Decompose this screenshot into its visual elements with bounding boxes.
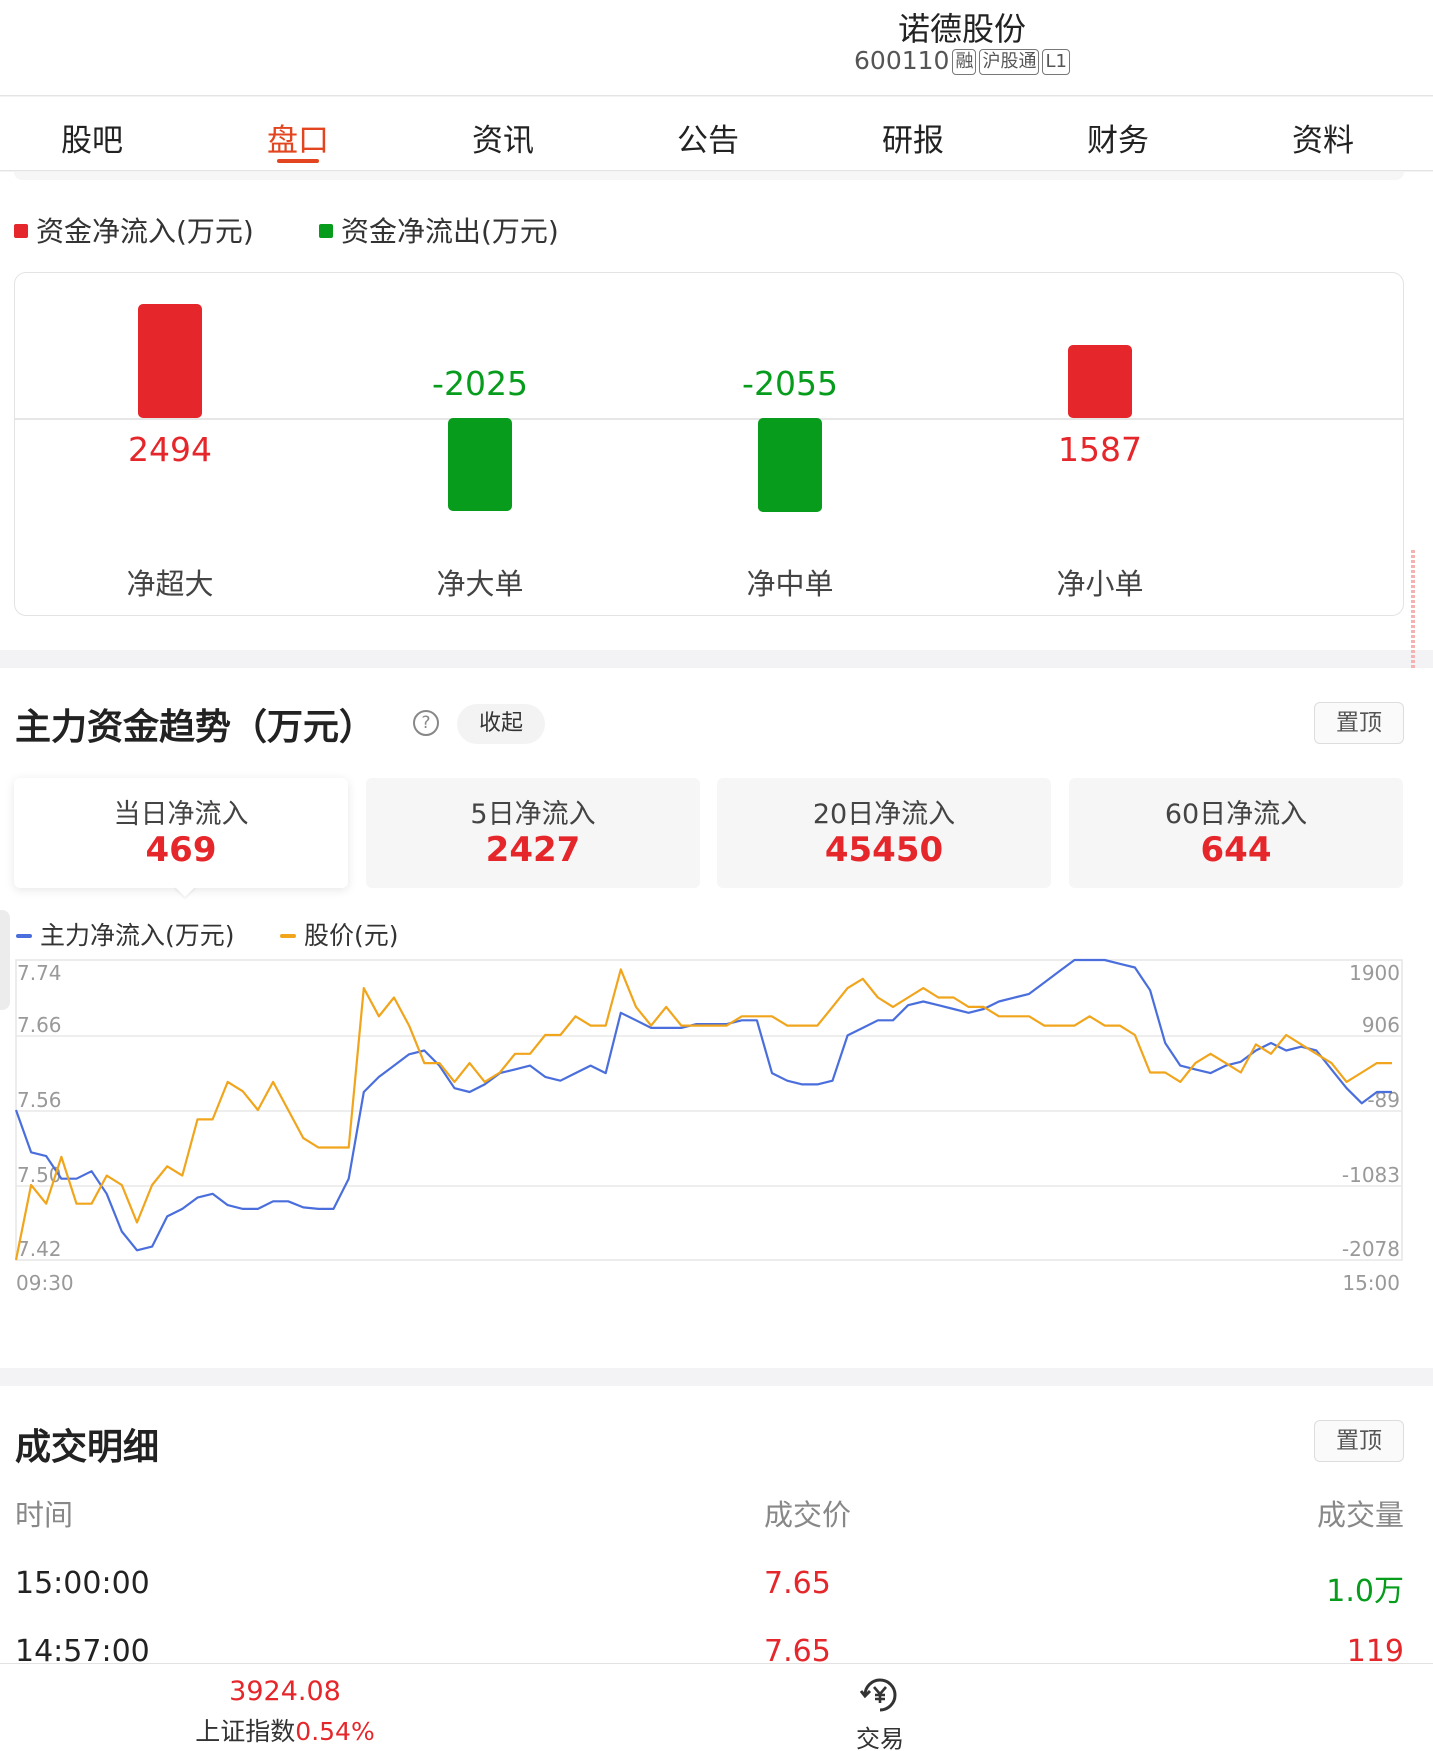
left-axis-tick: 7.66	[17, 1013, 62, 1037]
column-header-price: 成交价	[764, 1498, 852, 1532]
trend-line-chart[interactable]: 7.747.667.567.507.421900906-89-1083-2078…	[0, 948, 1433, 1348]
legend-outflow-label: 资金净流出(万元)	[341, 215, 559, 248]
column-header-time: 时间	[15, 1498, 74, 1532]
row-volume: 1.0万	[1326, 1574, 1404, 1609]
stock-code: 600110	[854, 46, 950, 75]
tab-research[interactable]: 研报	[833, 115, 993, 160]
flow-label: 净超大	[126, 567, 214, 601]
main-flow-line	[14, 958, 1392, 1252]
stat-value: 644	[1200, 830, 1272, 870]
question-circle-icon[interactable]: ?	[413, 710, 439, 736]
index-name: 上证指数	[195, 1717, 296, 1746]
flow-value: 2494	[128, 430, 212, 469]
tab-finance[interactable]: 财务	[1038, 115, 1198, 160]
stat-value: 45450	[824, 830, 944, 870]
connect-tag: 沪股通	[979, 49, 1040, 75]
stock-code-row: 600110 融沪股通 L1	[762, 46, 1162, 75]
side-sparkle-decoration	[1411, 550, 1415, 670]
zero-line	[15, 418, 1403, 420]
right-axis-tick: -1083	[1342, 1163, 1400, 1187]
margin-tag: 融	[952, 49, 977, 75]
legend-main-flow: 主力净流入(万元)	[16, 916, 235, 952]
flow-bar	[1068, 345, 1132, 418]
tab-bar: 股吧 盘口 资讯 公告 研报 财务 资料	[0, 97, 1433, 171]
yen-circle-icon[interactable]	[857, 1672, 903, 1718]
flow-bar	[448, 418, 512, 511]
legend-inflow: 资金净流入(万元)	[14, 210, 254, 250]
stat-card-60d[interactable]: 60日净流入 644	[1069, 778, 1403, 888]
trade-detail-section: 成交明细 置顶 时间 成交价 成交量 15:00:00 7.65 1.0万 14…	[0, 1386, 1433, 1669]
legend-outflow: 资金净流出(万元)	[319, 210, 559, 250]
row-time: 15:00:00	[15, 1566, 150, 1601]
row-price: 7.65	[764, 1566, 831, 1601]
flow-value: -2055	[742, 364, 838, 403]
tab-news[interactable]: 资讯	[423, 115, 583, 160]
trade-label[interactable]: 交易	[840, 1719, 920, 1751]
section-separator	[14, 172, 1404, 180]
stat-card-20d[interactable]: 20日净流入 45450	[717, 778, 1051, 888]
stat-label: 当日净流入	[113, 799, 249, 830]
left-axis-tick: 7.42	[17, 1237, 62, 1261]
stat-value: 2427	[485, 830, 581, 870]
left-axis-tick: 7.74	[17, 961, 62, 985]
index-change: 0.54%	[295, 1717, 375, 1746]
flow-value: 1587	[1058, 430, 1142, 469]
index-value[interactable]: 3924.08	[185, 1676, 385, 1707]
level-tag: L1	[1042, 49, 1070, 75]
stock-name: 诺德股份	[897, 10, 1026, 48]
collapse-button[interactable]: 收起	[457, 704, 545, 744]
red-square-icon	[14, 224, 28, 238]
stat-card-today[interactable]: 当日净流入 469	[14, 778, 348, 888]
bottom-bar: 3924.08 上证指数0.54% 交易	[0, 1663, 1433, 1751]
fund-flow-chart: 2494 净超大 -2025 净大单 -2055 净中单 1587 净小单	[14, 272, 1404, 616]
tab-pankou[interactable]: 盘口	[218, 115, 378, 160]
flow-value: -2025	[432, 364, 528, 403]
stat-label: 5日净流入	[470, 799, 596, 830]
stat-value: 469	[145, 830, 217, 870]
main-fund-trend-section: 主力资金趋势（万元） ? 收起 置顶 当日净流入 469 5日净流入 2427 …	[0, 668, 1433, 1368]
right-axis-tick: -2078	[1342, 1237, 1400, 1261]
flow-label: 净小单	[1056, 567, 1144, 601]
legend-price-label: 股价(元)	[304, 921, 399, 950]
card-pointer	[174, 886, 196, 897]
side-drawer-handle[interactable]	[0, 910, 10, 1010]
left-axis-tick: 7.56	[17, 1088, 62, 1112]
pin-top-button[interactable]: 置顶	[1314, 702, 1404, 744]
flow-label: 净大单	[436, 567, 524, 601]
price-line	[14, 968, 1392, 1261]
legend-main-label: 主力净流入(万元)	[40, 921, 235, 950]
section-title: 成交明细	[15, 1427, 160, 1468]
orange-dash-icon	[280, 934, 296, 938]
right-axis-tick: 906	[1362, 1013, 1400, 1037]
tab-guba[interactable]: 股吧	[12, 115, 172, 160]
section-title: 主力资金趋势（万元）	[15, 707, 376, 748]
flow-bar	[138, 304, 202, 418]
legend-inflow-label: 资金净流入(万元)	[36, 215, 254, 248]
column-header-volume: 成交量	[1316, 1498, 1404, 1532]
blue-dash-icon	[16, 934, 32, 938]
app-header: 诺德股份 600110 融沪股通 L1	[0, 0, 1433, 96]
stat-card-5d[interactable]: 5日净流入 2427	[366, 778, 700, 888]
tab-profile[interactable]: 资料	[1243, 115, 1403, 160]
index-name-row[interactable]: 上证指数0.54%	[150, 1712, 420, 1748]
x-axis-end-label: 15:00	[1342, 1271, 1400, 1295]
stat-label: 20日净流入	[812, 799, 956, 830]
green-square-icon	[319, 224, 333, 238]
right-axis-tick: 1900	[1349, 961, 1400, 985]
flow-label: 净中单	[746, 567, 834, 601]
fund-flow-section: 资金净流入(万元) 资金净流出(万元) 2494 净超大 -2025 净大单 -2055…	[0, 172, 1433, 650]
active-tab-indicator	[277, 159, 319, 163]
flow-bar	[758, 418, 822, 512]
x-axis-start-label: 09:30	[16, 1271, 74, 1295]
pin-top-button[interactable]: 置顶	[1314, 1420, 1404, 1462]
tab-announcements[interactable]: 公告	[628, 115, 788, 160]
stat-label: 60日净流入	[1164, 799, 1308, 830]
plot-frame	[15, 959, 1403, 1261]
legend-price: 股价(元)	[280, 916, 399, 952]
